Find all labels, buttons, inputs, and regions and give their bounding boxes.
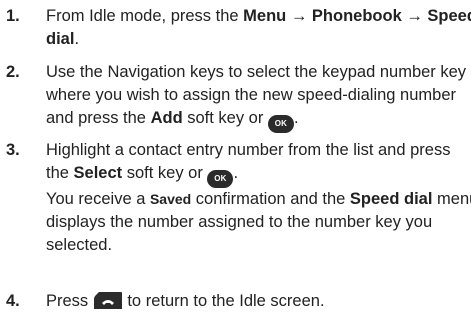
text-line: Press to return to the Idle screen. xyxy=(46,290,466,313)
text-run: . xyxy=(233,164,239,182)
instruction-list: 1. From Idle mode, press the Menu → Phon… xyxy=(0,0,471,321)
text-run: Highlight a contact entry number from th… xyxy=(46,141,451,159)
text-run: and press the xyxy=(46,109,151,127)
text-line: displays the number assigned to the numb… xyxy=(46,211,466,234)
text-run: . xyxy=(293,109,299,127)
text-line: where you wish to assign the new speed-d… xyxy=(46,84,466,107)
select-softkey-label: Select xyxy=(73,164,123,182)
text-line: the Select soft key or OK. xyxy=(46,162,466,188)
text-run: to return to the Idle screen. xyxy=(122,292,325,310)
text-line: From Idle mode, press the Menu → Phonebo… xyxy=(46,5,471,28)
text-run: confirmation and the xyxy=(191,190,350,208)
text-line: dial. xyxy=(46,28,466,51)
menu-path-end: dial xyxy=(46,30,75,48)
step-number: 4. xyxy=(6,292,20,310)
text-run: menu xyxy=(437,190,471,208)
ok-key-icon: OK xyxy=(267,115,294,133)
text-run: You receive a xyxy=(46,190,150,208)
add-softkey-label: Add xyxy=(150,109,183,127)
text-line: Use the Navigation keys to select the ke… xyxy=(46,61,466,84)
text-run: where you wish to assign the new speed-d… xyxy=(46,86,456,104)
text-line: You receive a Saved confirmation and the… xyxy=(46,188,471,211)
text-run: the xyxy=(46,164,74,182)
step-text: Highlight a contact entry number from th… xyxy=(46,139,471,257)
speed-dial-menu-label: Speed dial xyxy=(349,190,433,208)
text-line: Highlight a contact entry number from th… xyxy=(46,139,466,162)
text-run: displays the number assigned to the numb… xyxy=(46,213,433,231)
text-run: Use the Navigation keys to select the ke… xyxy=(46,63,467,81)
step-number: 3. xyxy=(6,141,20,159)
text-run: Press xyxy=(46,292,93,310)
text-run: soft key or xyxy=(182,109,268,127)
ok-key-icon: OK xyxy=(207,170,234,188)
text-run: From Idle mode, press the xyxy=(46,7,244,25)
menu-path: Menu → Phonebook → Speed xyxy=(243,7,471,25)
saved-message-label: Saved xyxy=(149,191,192,207)
step-number: 1. xyxy=(6,7,20,25)
text-line: selected. xyxy=(46,234,466,257)
end-call-key-icon xyxy=(93,292,122,309)
text-run: selected. xyxy=(46,236,113,254)
step-text: Press to return to the Idle screen. xyxy=(46,290,466,313)
text-run: soft key or xyxy=(122,164,208,182)
step-text: Use the Navigation keys to select the ke… xyxy=(46,61,466,133)
step-number: 2. xyxy=(6,63,20,81)
text-line: and press the Add soft key or OK. xyxy=(46,107,466,133)
text-run: . xyxy=(74,30,80,48)
step-text: From Idle mode, press the Menu → Phonebo… xyxy=(46,5,471,51)
